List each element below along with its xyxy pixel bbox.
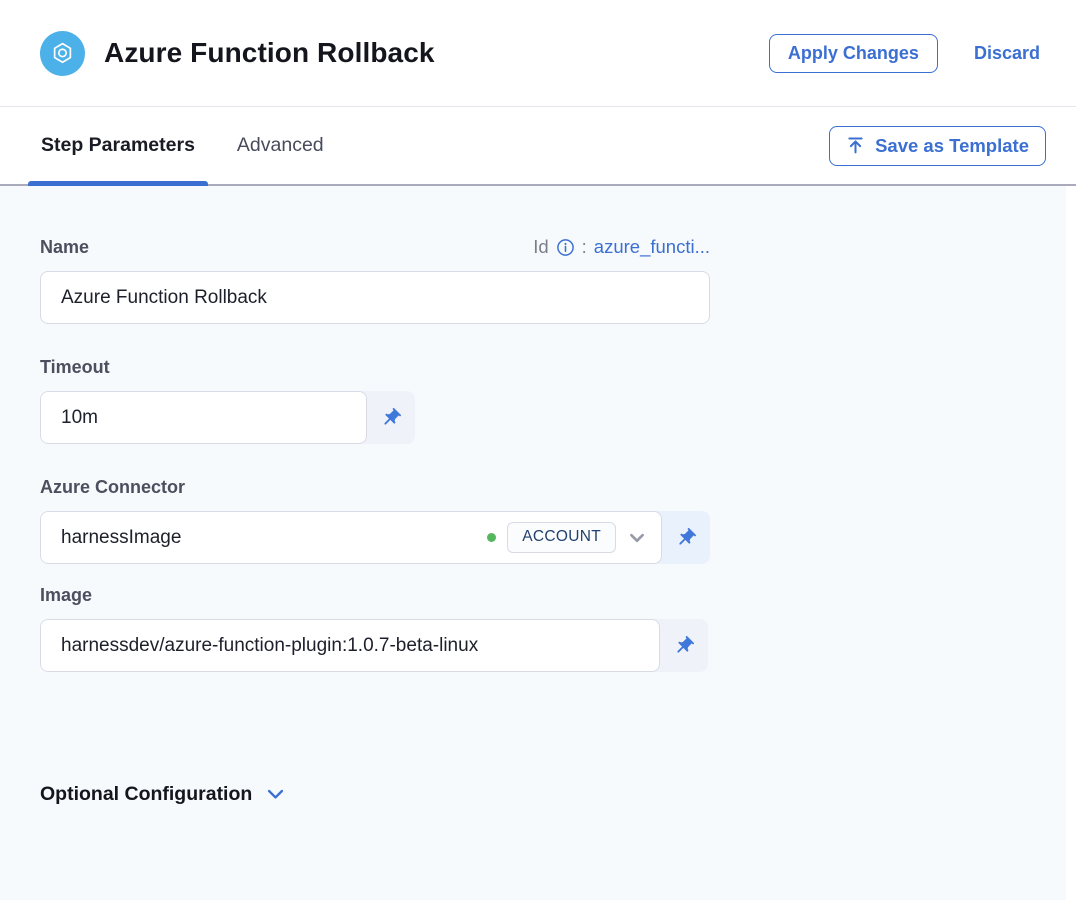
timeout-input-group bbox=[40, 391, 415, 444]
connector-runtime-input-pin-button[interactable] bbox=[654, 511, 710, 564]
image-input-group bbox=[40, 619, 708, 672]
info-icon[interactable] bbox=[556, 238, 575, 257]
tab-bar: Step Parameters Advanced Save as Templat… bbox=[0, 107, 1076, 186]
timeout-label: Timeout bbox=[40, 357, 1076, 378]
tabs: Step Parameters Advanced bbox=[28, 107, 337, 184]
step-id-value[interactable]: azure_functi... bbox=[594, 236, 710, 258]
chevron-down-icon[interactable] bbox=[627, 528, 647, 548]
step-id-group: Id : azure_functi... bbox=[533, 236, 710, 258]
page-title: Azure Function Rollback bbox=[104, 37, 435, 69]
name-label: Name bbox=[40, 237, 89, 258]
image-label: Image bbox=[40, 585, 1076, 606]
header-actions: Apply Changes Discard bbox=[769, 34, 1040, 73]
step-config-panel: Azure Function Rollback Apply Changes Di… bbox=[0, 0, 1076, 900]
upload-icon bbox=[846, 136, 865, 155]
azure-connector-input-group: harnessImage ACCOUNT bbox=[40, 511, 710, 564]
tab-step-parameters[interactable]: Step Parameters bbox=[28, 107, 208, 184]
optional-configuration-toggle[interactable]: Optional Configuration bbox=[40, 783, 286, 806]
image-field-group: Image bbox=[40, 585, 1076, 672]
save-as-template-label: Save as Template bbox=[875, 135, 1029, 157]
pin-icon bbox=[668, 630, 699, 661]
apply-changes-button[interactable]: Apply Changes bbox=[769, 34, 938, 73]
image-runtime-input-pin-button[interactable] bbox=[652, 619, 708, 672]
step-icon bbox=[40, 31, 85, 76]
connector-value: harnessImage bbox=[61, 527, 181, 549]
id-label: Id bbox=[533, 236, 548, 258]
optional-configuration-label: Optional Configuration bbox=[40, 783, 252, 806]
id-separator: : bbox=[582, 236, 587, 258]
connector-right-cluster: ACCOUNT bbox=[487, 522, 647, 553]
timeout-input[interactable] bbox=[40, 391, 367, 444]
header: Azure Function Rollback Apply Changes Di… bbox=[0, 0, 1076, 107]
azure-connector-label: Azure Connector bbox=[40, 477, 1076, 498]
scrollbar-gutter[interactable] bbox=[1066, 186, 1076, 900]
tabbar-right: Save as Template bbox=[829, 107, 1048, 184]
tab-advanced[interactable]: Advanced bbox=[224, 107, 337, 184]
azure-connector-field-group: Azure Connector harnessImage ACCOUNT bbox=[40, 477, 1076, 564]
image-input[interactable] bbox=[40, 619, 660, 672]
azure-connector-select[interactable]: harnessImage ACCOUNT bbox=[40, 511, 662, 564]
step-parameters-form: Name Id : azure_functi... Timeout bbox=[0, 186, 1076, 900]
timeout-runtime-input-pin-button[interactable] bbox=[359, 391, 415, 444]
connector-status-dot bbox=[487, 533, 496, 542]
timeout-field-group: Timeout bbox=[40, 357, 1076, 444]
pin-icon bbox=[670, 522, 701, 553]
name-input[interactable] bbox=[40, 271, 710, 324]
discard-button[interactable]: Discard bbox=[974, 43, 1040, 64]
save-as-template-button[interactable]: Save as Template bbox=[829, 126, 1046, 166]
connector-scope-badge: ACCOUNT bbox=[507, 522, 616, 553]
chevron-down-icon bbox=[265, 784, 286, 805]
name-field-group: Name Id : azure_functi... bbox=[40, 236, 1076, 324]
pin-icon bbox=[375, 402, 406, 433]
name-label-row: Name Id : azure_functi... bbox=[40, 236, 710, 258]
hexagon-nut-icon bbox=[49, 40, 76, 67]
